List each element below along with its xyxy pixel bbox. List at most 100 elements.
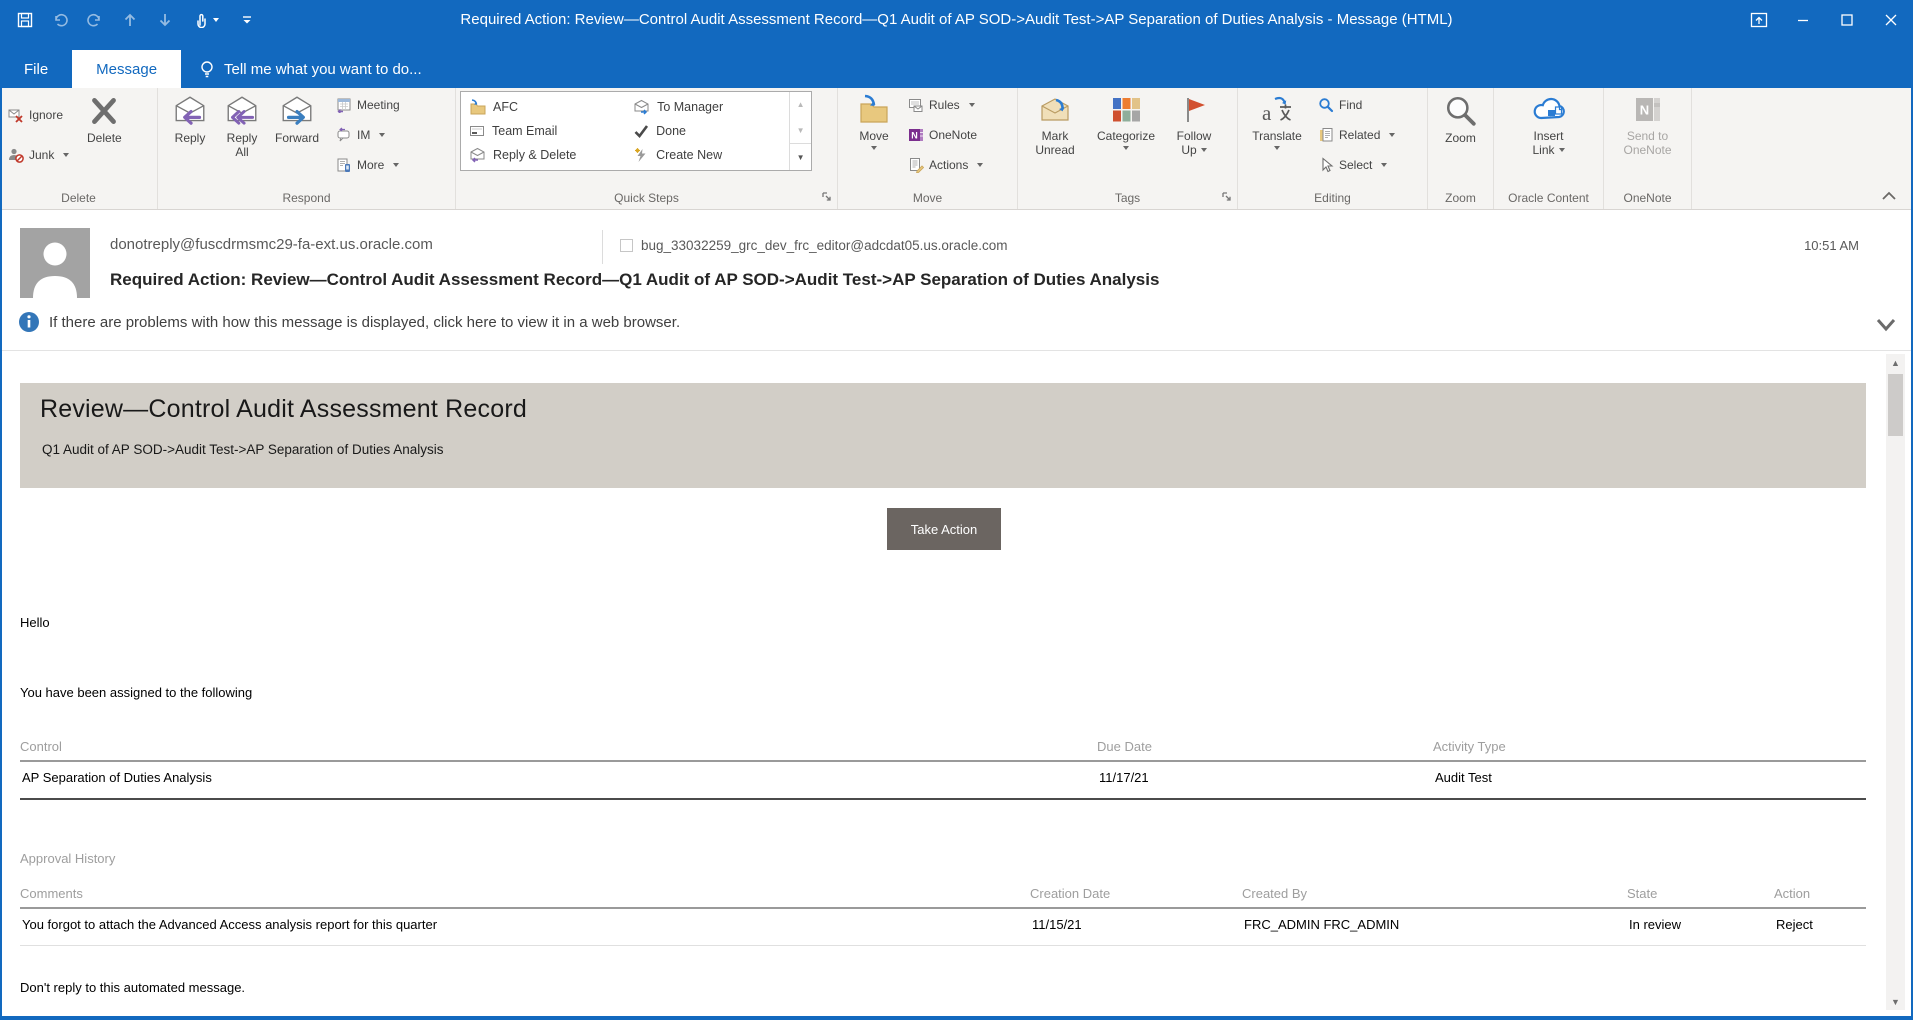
related-document-icon — [1320, 128, 1333, 142]
sender-avatar — [20, 228, 90, 298]
info-bar[interactable]: If there are problems with how this mess… — [18, 311, 680, 333]
insert-link-label: Insert Link — [1532, 129, 1564, 157]
save-icon — [17, 12, 33, 28]
quick-steps-dialog-launcher-icon[interactable] — [821, 191, 833, 203]
meeting-button[interactable]: Meeting — [336, 95, 400, 115]
quick-step-reply-delete[interactable]: Reply & Delete — [469, 147, 625, 163]
quick-steps-scroll-up[interactable]: ▲ — [790, 92, 811, 118]
dropdown-arrow-icon — [1274, 146, 1280, 150]
rules-button[interactable]: Rules — [908, 95, 983, 115]
body-scrollbar[interactable]: ▲ ▼ — [1886, 354, 1905, 1010]
actions-button[interactable]: Actions — [908, 155, 984, 175]
scrollbar-down-arrow[interactable]: ▼ — [1886, 993, 1905, 1010]
redo-button[interactable] — [82, 7, 108, 33]
find-button[interactable]: Find — [1318, 95, 1395, 115]
maximize-button[interactable] — [1825, 0, 1869, 40]
info-bar-text[interactable]: If there are problems with how this mess… — [49, 314, 680, 331]
ribbon-display-options-icon — [1750, 12, 1768, 28]
scrollbar-up-arrow[interactable]: ▲ — [1886, 354, 1905, 371]
tab-message-label: Message — [96, 60, 158, 78]
quick-step-done[interactable]: Done — [633, 123, 789, 139]
move-button[interactable]: Move — [846, 90, 902, 182]
quick-step-afc[interactable]: AFC — [469, 99, 625, 115]
column-header-comments: Comments — [20, 886, 1030, 909]
tags-dialog-launcher-icon[interactable] — [1221, 191, 1233, 203]
ribbon-group-editing: a Translate Find Related Select Editing — [1238, 88, 1428, 209]
quick-steps-gallery: AFC Team Email Reply & Delete To Manager — [460, 91, 812, 171]
column-header-created-by: Created By — [1242, 886, 1627, 909]
column-header-action: Action — [1774, 886, 1866, 909]
ribbon-group-onenote: N Send to OneNote OneNote — [1604, 88, 1692, 209]
im-button[interactable]: IM — [336, 125, 400, 145]
delete-button[interactable]: Delete — [75, 90, 133, 182]
related-button[interactable]: Related — [1318, 125, 1396, 145]
onenote-button[interactable]: N OneNote — [908, 125, 983, 145]
ribbon-display-options-button[interactable] — [1737, 0, 1781, 40]
follow-up-button[interactable]: Follow Up — [1165, 90, 1223, 182]
sender-address[interactable]: donotreply@fuscdrmsmc29-fa-ext.us.oracle… — [110, 236, 433, 253]
ribbon-group-move: Move Rules N OneNote Actions Move — [838, 88, 1018, 209]
group-label-move: Move — [912, 191, 943, 205]
reply-all-envelope-icon — [227, 96, 257, 125]
window-border-bottom — [0, 1016, 1913, 1020]
more-respond-button[interactable]: More — [336, 155, 400, 175]
zoom-button[interactable]: Zoom — [1433, 90, 1489, 182]
translate-button[interactable]: a Translate — [1244, 90, 1310, 182]
window-controls — [1737, 0, 1913, 40]
close-icon — [1885, 14, 1897, 26]
ribbon-tab-row: File Message Tell me what you want to do… — [0, 50, 1913, 88]
tell-me-box[interactable]: Tell me what you want to do... — [181, 50, 440, 88]
svg-text:N: N — [1639, 103, 1648, 118]
reply-all-button[interactable]: Reply All — [216, 90, 268, 182]
maximize-icon — [1841, 14, 1853, 26]
send-to-onenote-icon: N — [1635, 98, 1660, 121]
dropdown-arrow-icon — [213, 18, 219, 22]
quick-step-team-email[interactable]: Team Email — [469, 123, 625, 139]
group-label-quick-steps: Quick Steps — [614, 191, 679, 205]
next-item-button[interactable] — [152, 7, 178, 33]
insert-link-button[interactable]: Insert Link — [1514, 90, 1584, 182]
collapse-ribbon-icon[interactable] — [1881, 191, 1897, 201]
undo-button[interactable] — [47, 7, 73, 33]
previous-item-button[interactable] — [117, 7, 143, 33]
dropdown-arrow-icon — [977, 163, 984, 167]
junk-button[interactable]: Junk — [8, 145, 70, 165]
scrollbar-thumb[interactable] — [1888, 374, 1903, 436]
quick-steps-scroll-down[interactable]: ▼ — [790, 118, 811, 144]
header-separator — [602, 230, 603, 264]
insert-link-cloud-icon — [1533, 97, 1565, 120]
save-button[interactable] — [12, 7, 38, 33]
take-action-button[interactable]: Take Action — [887, 508, 1001, 550]
onenote-icon: N — [909, 129, 923, 141]
quick-step-to-manager[interactable]: To Manager — [633, 99, 789, 115]
customize-qat-button[interactable] — [234, 7, 260, 33]
tab-message[interactable]: Message — [72, 50, 182, 88]
recipient-checkbox[interactable] — [620, 239, 633, 252]
quick-step-done-label: Done — [656, 124, 686, 138]
quick-step-create-new[interactable]: Create New — [633, 147, 789, 163]
cell-due-date: 11/17/21 — [1097, 762, 1433, 800]
mark-unread-button[interactable]: Mark Unread — [1023, 90, 1087, 182]
ignore-button[interactable]: Ignore — [8, 105, 69, 125]
minimize-button[interactable] — [1781, 0, 1825, 40]
touch-mouse-mode-button[interactable] — [187, 7, 225, 33]
received-time: 10:51 AM — [1804, 238, 1859, 253]
undo-icon — [55, 13, 68, 27]
dropdown-arrow-icon — [871, 146, 877, 150]
ribbon-group-zoom: Zoom Zoom — [1428, 88, 1494, 209]
select-button[interactable]: Select — [1318, 155, 1395, 175]
close-button[interactable] — [1869, 0, 1913, 40]
mark-unread-label: Mark Unread — [1035, 129, 1075, 157]
more-phone-icon — [337, 158, 350, 172]
forward-envelope-icon — [282, 96, 312, 125]
forward-button[interactable]: Forward — [268, 90, 326, 182]
column-header-activity-type: Activity Type — [1433, 739, 1866, 762]
quick-access-toolbar — [12, 7, 260, 33]
group-label-oracle-content: Oracle Content — [1508, 191, 1589, 205]
reply-button[interactable]: Reply — [164, 90, 216, 182]
quick-steps-more-button[interactable]: ▼ — [790, 143, 811, 170]
categorize-button[interactable]: Categorize — [1087, 90, 1165, 182]
recipient-address[interactable]: bug_33032259_grc_dev_frc_editor@adcdat05… — [641, 238, 1007, 253]
expand-header-chevron-icon[interactable] — [1875, 318, 1897, 332]
tab-file[interactable]: File — [0, 50, 72, 88]
